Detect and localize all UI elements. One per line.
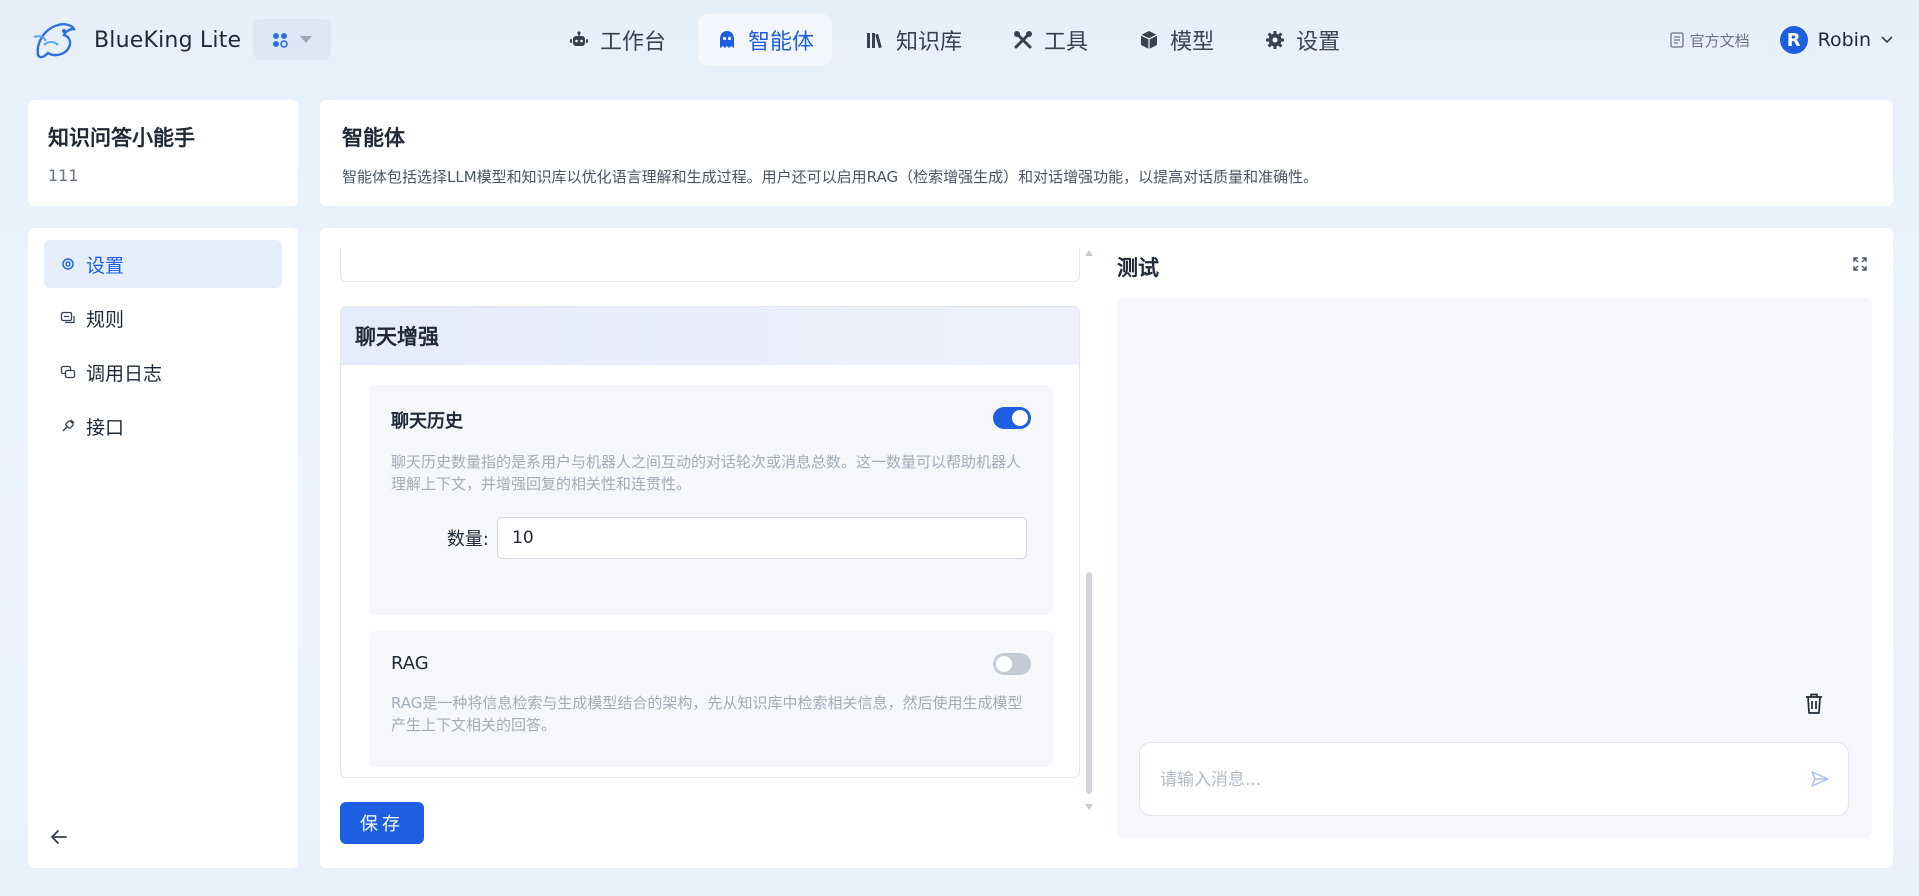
user-name: Robin xyxy=(1817,29,1871,51)
scroll-up-arrow-icon[interactable] xyxy=(1085,250,1093,256)
settings-scrollbar[interactable] xyxy=(1084,250,1094,810)
quantity-label: 数量: xyxy=(446,529,489,550)
scroll-down-arrow-icon[interactable] xyxy=(1085,804,1093,810)
user-menu[interactable]: R Robin xyxy=(1779,26,1893,54)
quantity-input[interactable] xyxy=(497,517,1027,559)
save-button[interactable]: 保存 xyxy=(340,802,424,844)
log-icon xyxy=(60,365,76,379)
message-input[interactable] xyxy=(1160,765,1760,795)
sidebar-item-rules[interactable]: 规则 xyxy=(44,294,282,342)
page-header: 智能体 智能体包括选择LLM模型和知识库以优化语言理解和生成过程。用户还可以启用… xyxy=(320,100,1893,206)
rag-card: RAG RAG是一种将信息检索与生成模型结合的架构，先从知识库中检索相关信息，然… xyxy=(369,631,1053,767)
settings-scroll-region[interactable]: 聊天增强 聊天历史 聊天历史数量指的是系用户与机器人之间互动的对话轮次或消息总数… xyxy=(340,248,1080,808)
chat-history-title: 聊天历史 xyxy=(391,411,463,432)
main-panel: 聊天增强 聊天历史 聊天历史数量指的是系用户与机器人之间互动的对话轮次或消息总数… xyxy=(320,228,1893,868)
sidebar: 设置 规则 调用日志 接口 xyxy=(28,228,298,868)
apps-icon xyxy=(273,32,288,48)
top-bar: BlueKing Lite 工作台 智能体 知识库 工具 模型 设置 官方文档 … xyxy=(0,0,1919,80)
nav-agent[interactable]: 智能体 xyxy=(698,14,833,66)
nav-label: 工具 xyxy=(1044,30,1089,55)
docs-link[interactable]: 官方文档 xyxy=(1669,30,1750,51)
blueking-logo-icon xyxy=(33,23,76,59)
brand[interactable]: BlueKing Lite xyxy=(30,14,241,66)
message-box xyxy=(1139,742,1849,816)
gear-icon xyxy=(62,258,74,270)
fullscreen-icon[interactable] xyxy=(1852,256,1868,272)
chat-enhance-section: 聊天增强 聊天历史 聊天历史数量指的是系用户与机器人之间互动的对话轮次或消息总数… xyxy=(340,306,1080,778)
scrollbar-thumb[interactable] xyxy=(1086,572,1092,794)
top-right-area: 官方文档 R Robin xyxy=(1669,22,1893,58)
test-chat-area xyxy=(1117,298,1872,838)
agent-info-card: 知识问答小能手 111 xyxy=(28,100,298,206)
nav-label: 智能体 xyxy=(748,30,815,55)
send-icon[interactable] xyxy=(1810,769,1830,789)
books-icon xyxy=(867,33,882,49)
brand-name: BlueKing Lite xyxy=(94,27,242,53)
chevron-down-icon xyxy=(1881,36,1893,44)
avatar: R xyxy=(1779,26,1808,54)
nav-settings[interactable]: 设置 xyxy=(1246,14,1358,66)
section-title: 聊天增强 xyxy=(341,307,1079,365)
rag-toggle[interactable] xyxy=(993,653,1031,675)
document-icon xyxy=(1669,32,1684,48)
rag-title: RAG xyxy=(391,653,429,674)
chat-history-card: 聊天历史 聊天历史数量指的是系用户与机器人之间互动的对话轮次或消息总数。这一数量… xyxy=(369,385,1053,615)
robot-icon xyxy=(570,31,588,46)
docs-link-label: 官方文档 xyxy=(1689,31,1750,50)
sidebar-item-label: 规则 xyxy=(86,308,125,331)
main-nav: 工作台 智能体 知识库 工具 模型 设置 xyxy=(550,14,1358,66)
page-title: 智能体 xyxy=(342,126,405,150)
nav-workbench[interactable]: 工作台 xyxy=(550,14,684,66)
caret-down-icon xyxy=(300,36,312,43)
quantity-row: 数量: xyxy=(391,517,1031,559)
trash-icon[interactable] xyxy=(1803,692,1825,716)
chat-history-description: 聊天历史数量指的是系用户与机器人之间互动的对话轮次或消息总数。这一数量可以帮助机… xyxy=(391,453,1022,493)
api-icon xyxy=(62,419,75,432)
nav-tools[interactable]: 工具 xyxy=(994,14,1106,66)
sidebar-item-label: 接口 xyxy=(86,416,125,439)
sidebar-item-api[interactable]: 接口 xyxy=(44,402,282,450)
sidebar-item-label: 设置 xyxy=(86,254,125,277)
rag-description: RAG是一种将信息检索与生成模型结合的架构，先从知识库中检索相关信息，然后使用生… xyxy=(391,694,1023,734)
toggle-knob xyxy=(996,656,1012,672)
agent-subtitle: 111 xyxy=(48,166,79,185)
nav-label: 设置 xyxy=(1296,30,1341,55)
rules-icon xyxy=(60,311,75,324)
nav-label: 模型 xyxy=(1170,30,1215,55)
page-description: 智能体包括选择LLM模型和知识库以优化语言理解和生成过程。用户还可以启用RAG（… xyxy=(342,168,1319,186)
sidebar-item-label: 调用日志 xyxy=(86,362,163,385)
tools-icon xyxy=(1014,31,1033,49)
nav-label: 知识库 xyxy=(896,30,963,55)
toggle-knob xyxy=(1012,410,1028,426)
nav-label: 工作台 xyxy=(600,30,667,55)
previous-section-stub xyxy=(340,248,1080,282)
sidebar-item-settings[interactable]: 设置 xyxy=(44,240,282,288)
nav-models[interactable]: 模型 xyxy=(1120,14,1232,66)
sidebar-item-logs[interactable]: 调用日志 xyxy=(44,348,282,396)
app-switcher[interactable] xyxy=(253,19,331,60)
back-arrow-icon[interactable] xyxy=(48,826,70,848)
nav-knowledge[interactable]: 知识库 xyxy=(846,14,980,66)
gear-icon xyxy=(1266,31,1285,49)
chat-history-toggle[interactable] xyxy=(993,407,1031,429)
cube-icon xyxy=(1140,31,1158,49)
agent-icon xyxy=(720,31,735,48)
test-panel-title: 测试 xyxy=(1117,256,1159,280)
agent-name: 知识问答小能手 xyxy=(48,126,195,150)
